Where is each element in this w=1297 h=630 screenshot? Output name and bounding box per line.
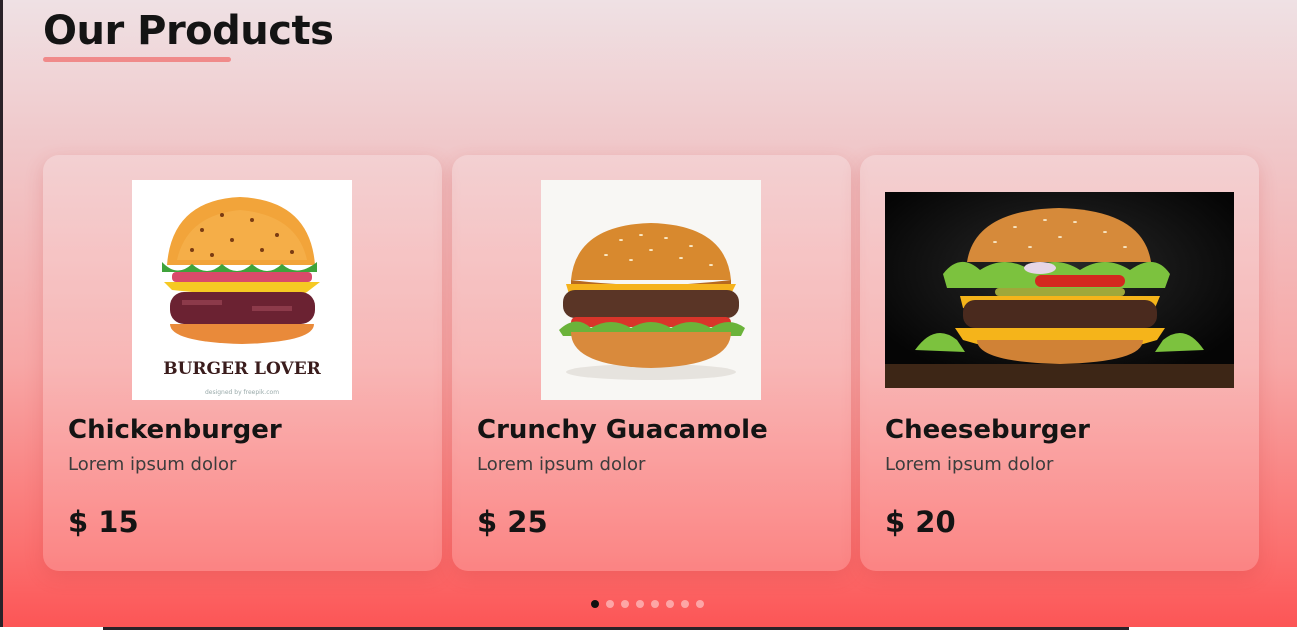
- carousel-dot[interactable]: [681, 600, 689, 608]
- carousel-dot[interactable]: [591, 600, 599, 608]
- carousel-dot[interactable]: [621, 600, 629, 608]
- product-name: Chickenburger: [68, 415, 282, 445]
- carousel-dot[interactable]: [651, 600, 659, 608]
- carousel-dot[interactable]: [636, 600, 644, 608]
- products-section: Our Products BURGER LOVER designed by fr…: [3, 0, 1297, 627]
- carousel-dot[interactable]: [606, 600, 614, 608]
- product-card-chickenburger[interactable]: BURGER LOVER designed by freepik.com Chi…: [43, 155, 442, 571]
- product-description: Lorem ipsum dolor: [885, 454, 1054, 475]
- product-image: BURGER LOVER designed by freepik.com: [132, 180, 352, 400]
- svg-text:designed by freepik.com: designed by freepik.com: [205, 389, 279, 396]
- product-image: [885, 192, 1234, 388]
- product-description: Lorem ipsum dolor: [68, 454, 237, 475]
- product-card-crunchy-guacamole[interactable]: Crunchy Guacamole Lorem ipsum dolor $ 25: [452, 155, 851, 571]
- product-price: $ 15: [68, 505, 139, 539]
- cheeseburger-dark-photo-icon: [885, 192, 1234, 388]
- product-price: $ 20: [885, 505, 956, 539]
- burger-lover-text: BURGER LOVER: [163, 359, 321, 379]
- carousel-dot[interactable]: [696, 600, 704, 608]
- product-name: Crunchy Guacamole: [477, 415, 768, 445]
- product-card-cheeseburger[interactable]: Cheeseburger Lorem ipsum dolor $ 20: [860, 155, 1259, 571]
- product-price: $ 25: [477, 505, 548, 539]
- carousel-pagination: [591, 600, 704, 609]
- cheeseburger-photo-icon: [541, 180, 761, 400]
- product-image: [541, 180, 761, 400]
- carousel-dot[interactable]: [666, 600, 674, 608]
- title-underline: [43, 57, 231, 62]
- product-name: Cheeseburger: [885, 415, 1090, 445]
- burger-illustration-icon: BURGER LOVER designed by freepik.com: [132, 180, 352, 400]
- section-title: Our Products: [43, 8, 334, 54]
- product-description: Lorem ipsum dolor: [477, 454, 646, 475]
